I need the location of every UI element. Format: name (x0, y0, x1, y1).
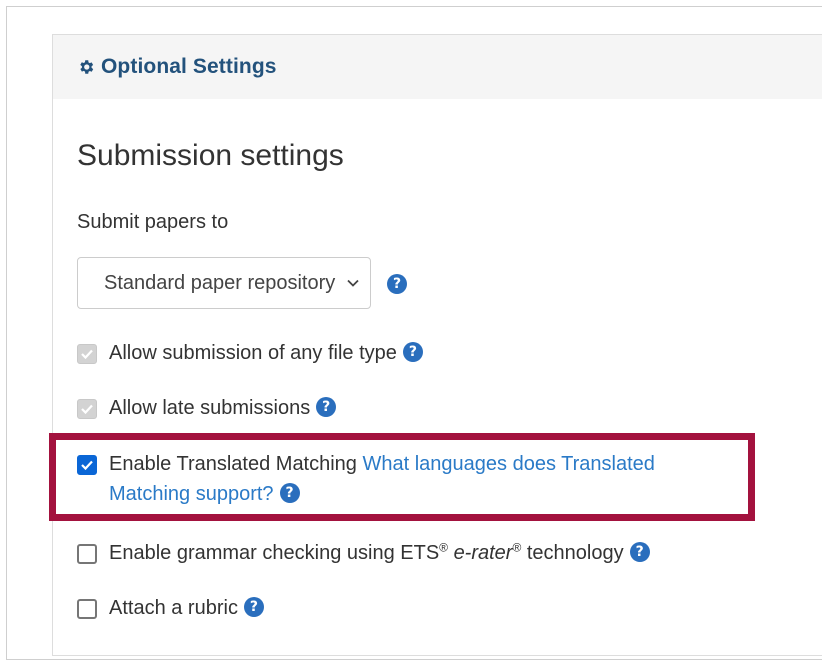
option-grammar-checking[interactable]: Enable grammar checking using ETS® e-rat… (77, 541, 650, 568)
help-icon[interactable]: ? (316, 397, 337, 418)
optional-settings-panel: Optional Settings Submission settings Su… (52, 34, 822, 656)
panel-header[interactable]: Optional Settings (53, 35, 822, 99)
option-attach-rubric[interactable]: Attach a rubric? (77, 596, 264, 623)
attach-rubric-checkbox[interactable] (77, 599, 97, 619)
option-label: Attach a rubric? (109, 593, 264, 623)
option-label: Allow submission of any file type? (109, 338, 423, 368)
registered-mark: ® (439, 540, 448, 555)
help-icon[interactable]: ? (243, 597, 264, 618)
panel-title: Optional Settings (101, 55, 277, 78)
chevron-down-icon (346, 276, 360, 290)
submit-papers-select[interactable]: Standard paper repository (77, 257, 371, 309)
grammar-label-suffix: technology (526, 542, 624, 564)
registered-mark: ® (512, 540, 522, 555)
option-label: Allow late submissions? (109, 393, 337, 423)
grammar-checking-checkbox[interactable] (77, 544, 97, 564)
option-any-file-type[interactable]: Allow submission of any file type? (77, 341, 423, 368)
help-icon[interactable]: ? (629, 542, 650, 563)
help-icon[interactable]: ? (402, 342, 423, 363)
gear-icon (77, 58, 95, 76)
section-heading: Submission settings (77, 139, 344, 172)
submit-papers-label: Submit papers to (77, 211, 229, 233)
grammar-label-prefix: Enable grammar checking using ETS (109, 542, 440, 564)
option-label: Enable grammar checking using ETS® e-rat… (109, 538, 650, 568)
option-late-submissions[interactable]: Allow late submissions? (77, 393, 337, 423)
submit-papers-select-value: Standard paper repository (104, 271, 336, 294)
any-file-type-label: Allow submission of any file type (109, 342, 397, 364)
highlight-box (49, 433, 755, 521)
erater-label: e-rater (453, 542, 513, 564)
attach-rubric-label: Attach a rubric (109, 597, 238, 619)
late-submissions-label: Allow late submissions (109, 397, 311, 419)
help-icon[interactable]: ? (387, 274, 407, 294)
late-submissions-checkbox[interactable] (77, 399, 97, 419)
any-file-type-checkbox[interactable] (77, 344, 97, 364)
